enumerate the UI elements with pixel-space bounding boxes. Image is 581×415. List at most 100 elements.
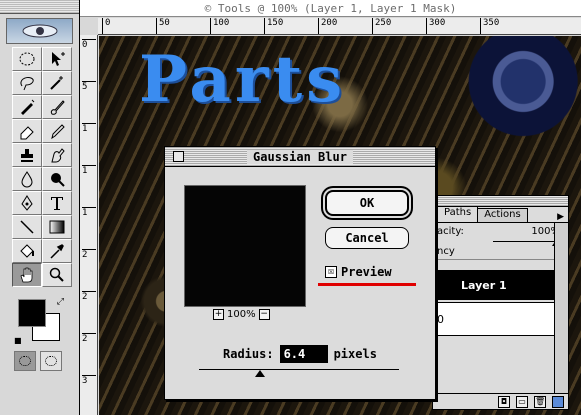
preview-checkbox-row[interactable]: ☒ Preview bbox=[325, 265, 392, 279]
opacity-row: acity: 100% bbox=[433, 223, 568, 237]
trash-icon[interactable]: 🗑 bbox=[534, 395, 546, 408]
ruler-tick-label: 0 bbox=[102, 18, 110, 34]
lasso-icon bbox=[20, 77, 34, 91]
dialog-titlebar[interactable]: Gaussian Blur bbox=[165, 147, 435, 167]
cancel-button[interactable]: Cancel bbox=[325, 227, 409, 249]
ruler-tick-label: 250 bbox=[372, 18, 391, 34]
line-icon bbox=[20, 220, 34, 234]
paint-bucket-tool[interactable] bbox=[12, 239, 42, 263]
quick-mask-mode-button[interactable] bbox=[40, 351, 62, 371]
smudge-finger-icon bbox=[51, 148, 65, 163]
zoom-in-icon[interactable]: + bbox=[213, 309, 224, 320]
layer-row-selected[interactable]: Layer 1 bbox=[433, 270, 568, 300]
preview-highlight-underline bbox=[318, 283, 416, 286]
eraser-icon bbox=[20, 126, 34, 140]
lasso-tool[interactable] bbox=[12, 71, 42, 95]
eyedropper-tool[interactable] bbox=[42, 239, 72, 263]
burn-tool[interactable] bbox=[42, 167, 72, 191]
ruler-tick-label: 1 bbox=[82, 123, 96, 134]
preserve-transparency-row[interactable]: ncy bbox=[433, 242, 568, 260]
pencil-tool[interactable] bbox=[42, 119, 72, 143]
magic-wand-icon bbox=[50, 76, 63, 90]
quick-mask-icon bbox=[45, 356, 57, 366]
layer-row[interactable]: 0 bbox=[433, 302, 568, 336]
preview-zoom-controls: + 100% − bbox=[213, 309, 270, 320]
palette-menu-arrow-icon[interactable]: ▶ bbox=[557, 212, 564, 222]
gradient-tool[interactable] bbox=[42, 215, 72, 239]
preview-zoom-level: 100% bbox=[227, 309, 256, 320]
zoom-tool[interactable] bbox=[42, 263, 72, 287]
standard-mode-icon bbox=[19, 356, 31, 366]
radius-input[interactable] bbox=[279, 345, 328, 363]
ruler-tick-label: 5 bbox=[82, 81, 96, 92]
parts-text-layer: Parts bbox=[139, 42, 347, 117]
ruler-tick-label: 150 bbox=[264, 18, 283, 34]
filter-preview-pane[interactable] bbox=[184, 185, 306, 307]
palette-tabs: Paths Actions ▶ bbox=[433, 206, 568, 223]
close-box-icon[interactable] bbox=[173, 151, 184, 162]
ruler-tick-label: 2 bbox=[82, 249, 96, 260]
rubber-stamp-tool[interactable] bbox=[12, 143, 42, 167]
new-layer-icon[interactable]: ▭ bbox=[516, 395, 528, 408]
dialog-title: Gaussian Blur bbox=[247, 149, 353, 164]
burn-hand-icon bbox=[51, 173, 65, 187]
layers-scrollbar[interactable] bbox=[554, 223, 568, 393]
new-mask-icon[interactable]: ◘ bbox=[498, 395, 510, 408]
airbrush-icon bbox=[21, 99, 35, 115]
move-tool[interactable] bbox=[42, 47, 72, 71]
ruler-tick-label: 350 bbox=[480, 18, 499, 34]
blur-tool[interactable] bbox=[12, 167, 42, 191]
hand-tool[interactable] bbox=[12, 263, 42, 287]
toolbox-titlebar[interactable] bbox=[0, 0, 79, 14]
standard-mode-button[interactable] bbox=[14, 351, 36, 371]
vertical-ruler[interactable]: 0 5 1 1 1 2 2 2 3 bbox=[80, 35, 98, 415]
magnifier-icon bbox=[49, 267, 64, 282]
radius-unit: pixels bbox=[333, 347, 377, 361]
pen-tool[interactable] bbox=[12, 191, 42, 215]
eye-logo-icon bbox=[22, 24, 57, 38]
ok-button[interactable]: OK bbox=[325, 190, 409, 216]
type-t-icon bbox=[51, 197, 63, 210]
eraser-tool[interactable] bbox=[12, 119, 42, 143]
pencil-icon bbox=[51, 124, 65, 140]
airbrush-tool[interactable] bbox=[12, 95, 42, 119]
radius-row: Radius: pixels bbox=[223, 345, 377, 363]
pen-nib-icon bbox=[21, 195, 33, 211]
line-tool[interactable] bbox=[12, 215, 42, 239]
tab-actions[interactable]: Actions bbox=[477, 208, 528, 222]
ruler-tick-label: 200 bbox=[318, 18, 337, 34]
layer-name: Layer 1 bbox=[461, 278, 507, 292]
ruler-tick-label: 100 bbox=[210, 18, 229, 34]
ruler-tick-label: 2 bbox=[82, 333, 96, 344]
horizontal-ruler[interactable]: 0 50 100 150 200 250 300 350 bbox=[98, 18, 581, 35]
layers-palette-footer: ◘ ▭ 🗑 bbox=[433, 393, 568, 409]
blur-drop-icon bbox=[21, 171, 33, 188]
ruler-tick-label: 300 bbox=[426, 18, 445, 34]
radius-slider-thumb[interactable] bbox=[255, 370, 265, 377]
magic-wand-tool[interactable] bbox=[42, 71, 72, 95]
swap-colors-icon[interactable]: ⤢ bbox=[57, 297, 64, 307]
tool-grid bbox=[12, 47, 79, 287]
marquee-tool[interactable] bbox=[12, 47, 42, 71]
palette-grow-icon[interactable] bbox=[552, 395, 564, 408]
foreground-color-swatch[interactable] bbox=[18, 299, 46, 327]
ruler-tick-label: 3 bbox=[82, 375, 96, 386]
preview-checkbox[interactable]: ☒ bbox=[325, 266, 337, 278]
paintbrush-tool[interactable] bbox=[42, 95, 72, 119]
tab-paths[interactable]: Paths bbox=[437, 206, 479, 222]
gaussian-blur-dialog: Gaussian Blur + 100% − OK Cancel ☒ Previ… bbox=[164, 146, 436, 400]
smudge-tool[interactable] bbox=[42, 143, 72, 167]
eyedropper-icon bbox=[50, 244, 64, 259]
default-colors-icon[interactable]: ■ bbox=[14, 336, 22, 345]
radius-label: Radius: bbox=[223, 347, 274, 361]
toolbox-palette: ⤢ ■ bbox=[0, 0, 80, 415]
mask-mode-buttons bbox=[14, 351, 79, 371]
preview-label: Preview bbox=[341, 265, 392, 279]
type-tool[interactable] bbox=[42, 191, 72, 215]
zoom-out-icon[interactable]: − bbox=[258, 309, 270, 320]
ruler-tick-label: 0 bbox=[82, 39, 96, 50]
document-titlebar[interactable]: © Tools @ 100% (Layer 1, Layer 1 Mask) bbox=[80, 0, 581, 17]
ruler-tick-label: 50 bbox=[156, 18, 170, 34]
radius-slider-track[interactable] bbox=[199, 369, 399, 370]
opacity-slider[interactable] bbox=[493, 240, 560, 246]
